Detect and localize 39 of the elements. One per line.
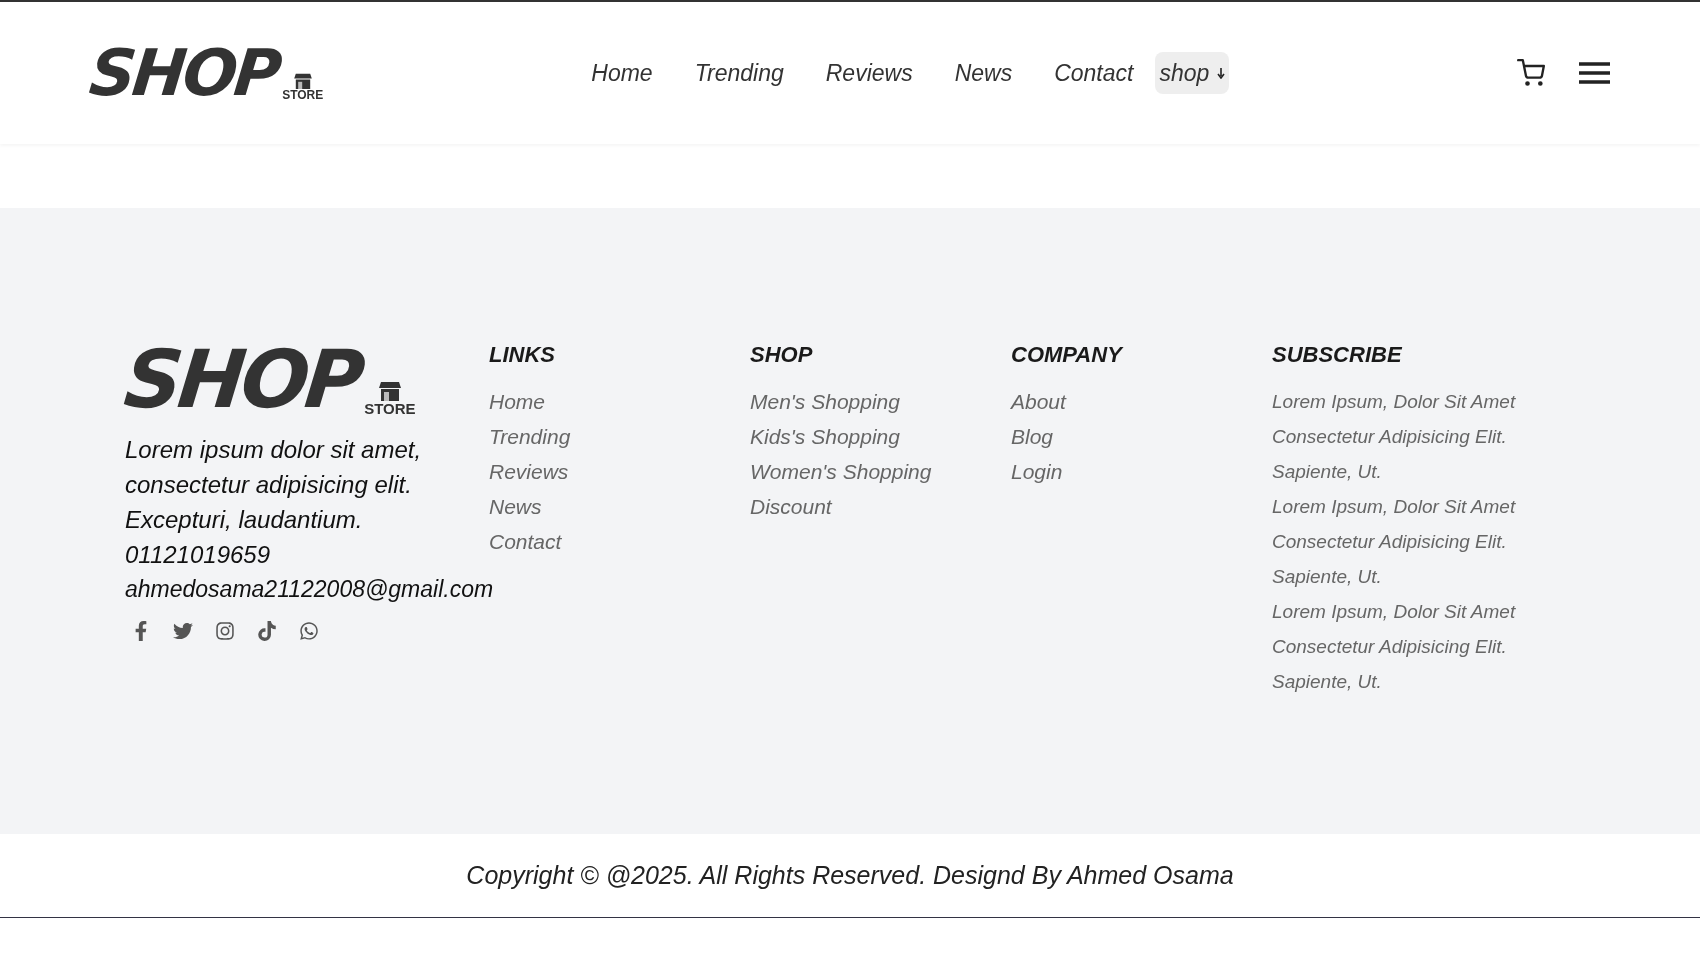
subscribe-text: Lorem Ipsum, Dolor Sit Amet Consectetur Adipisicing Elit. Sapiente, Ut.	[1272, 600, 1517, 694]
footer-link[interactable]: Women's Shopping	[750, 454, 1011, 489]
subscribe-text: Lorem Ipsum, Dolor Sit Amet Consectetur Adipisicing Elit. Sapiente, Ut.	[1272, 390, 1517, 484]
cart-icon[interactable]	[1517, 59, 1545, 87]
footer-link[interactable]: Discount	[750, 489, 1011, 524]
nav-link[interactable]: Contact	[1054, 55, 1134, 91]
footer-link[interactable]: Kids's Shopping	[750, 419, 1011, 454]
whatsapp-icon[interactable]	[299, 621, 319, 641]
footer-link[interactable]: Home	[489, 384, 750, 419]
nav-link[interactable]: Home	[591, 55, 653, 91]
down-arrow-icon	[1217, 67, 1226, 79]
column-heading: COMPANY	[1011, 341, 1125, 369]
footer-link[interactable]: About	[1011, 384, 1272, 419]
footer-description: Lorem ipsum dolor sit amet, consectetur adipisicing elit. Excepturi, laudantium.	[125, 435, 423, 535]
footer-link[interactable]: News	[489, 489, 750, 524]
subscribe-text: Lorem Ipsum, Dolor Sit Amet Consectetur Adipisicing Elit. Sapiente, Ut.	[1272, 495, 1517, 589]
logo-tag: STORE	[364, 401, 416, 416]
shop-dropdown[interactable]: shop	[1155, 51, 1230, 95]
copyright-text: Copyright © @2025. All Rights Reserved. Designd By Ahmed Osama	[466, 859, 1234, 891]
footer-link[interactable]: Blog	[1011, 419, 1272, 454]
instagram-icon[interactable]	[215, 621, 235, 641]
nav-link[interactable]: Reviews	[825, 55, 913, 91]
column-heading: SUBSCRIBE	[1272, 341, 1403, 369]
footer-link[interactable]: Login	[1011, 454, 1272, 489]
column-heading: SHOP	[750, 341, 814, 369]
logo-tag: STORE	[282, 89, 324, 101]
tiktok-icon[interactable]	[257, 621, 277, 641]
nav-link[interactable]: Trending	[694, 55, 784, 91]
footer-link[interactable]: Trending	[489, 419, 750, 454]
phone-number: 01121019659	[125, 540, 272, 570]
column-heading: LINKS	[489, 341, 556, 369]
storefront-icon	[293, 73, 312, 89]
nav-link[interactable]: News	[954, 55, 1013, 91]
footer-link[interactable]: Contact	[489, 524, 750, 559]
menu-icon[interactable]	[1579, 61, 1610, 85]
footer-link[interactable]: Men's Shopping	[750, 384, 1011, 419]
footer-link[interactable]: Reviews	[489, 454, 750, 489]
storefront-icon	[378, 381, 401, 401]
twitter-icon[interactable]	[173, 621, 193, 641]
